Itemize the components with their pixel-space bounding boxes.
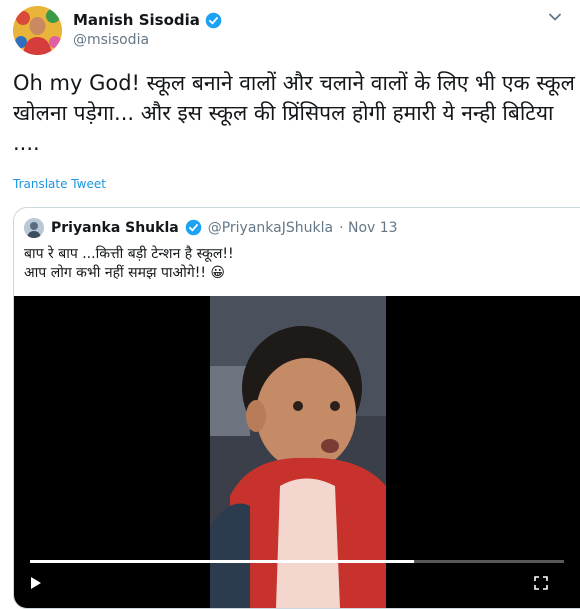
author-avatar[interactable] <box>13 6 62 55</box>
quoted-avatar-image <box>24 218 44 238</box>
quoted-tweet-text: बाप रे बाप ...कित्ती बड़ी टेन्शन है स्कू… <box>24 245 234 283</box>
author-name[interactable]: Manish Sisodia <box>73 11 222 29</box>
quoted-author-handle[interactable]: @PriyankaJShukla <box>208 220 333 236</box>
quoted-tweet-card[interactable]: Priyanka Shukla @PriyankaJShukla · Nov 1… <box>13 207 580 609</box>
quoted-text-line: आप लोग कभी नहीं समझ पाओगे!! 😀 <box>24 265 226 281</box>
play-icon[interactable] <box>30 576 42 590</box>
quoted-author-name[interactable]: Priyanka Shukla <box>51 220 179 236</box>
quoted-author-avatar <box>24 218 44 238</box>
quoted-text-line: बाप रे बाप ...कित्ती बड़ी टेन्शन है स्कू… <box>24 246 234 262</box>
quoted-tweet-date[interactable]: · Nov 13 <box>339 220 398 236</box>
video-progress-bar[interactable] <box>30 560 564 563</box>
verified-badge-icon <box>205 12 222 28</box>
quoted-tweet-header: Priyanka Shukla @PriyankaJShukla · Nov 1… <box>51 219 398 236</box>
avatar-image <box>13 6 62 55</box>
video-player[interactable] <box>14 296 580 608</box>
author-name-text[interactable]: Manish Sisodia <box>73 11 200 29</box>
translate-tweet-link[interactable]: Translate Tweet <box>13 177 106 191</box>
video-progress-fill <box>30 560 415 563</box>
chevron-down-icon[interactable] <box>548 10 562 24</box>
author-handle[interactable]: @msisodia <box>73 32 149 48</box>
fullscreen-icon[interactable] <box>534 576 548 590</box>
verified-badge-icon <box>185 219 202 236</box>
tweet-text: Oh my God! स्कूल बनाने वालों और चलाने वा… <box>13 71 575 155</box>
